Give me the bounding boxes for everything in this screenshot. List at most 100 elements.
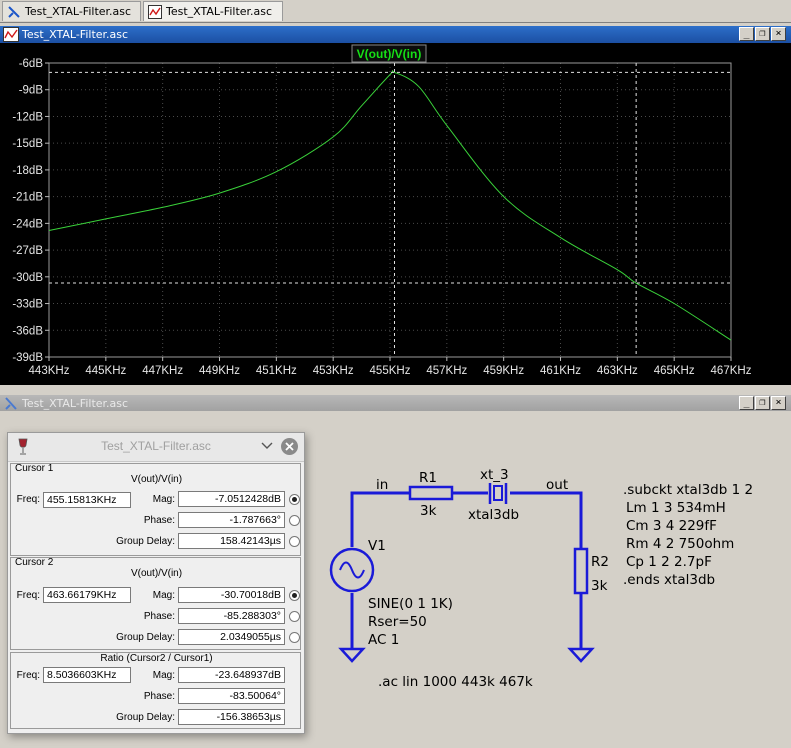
cursor1-mag-radio[interactable] <box>289 494 300 505</box>
ratio-label: Ratio (Cursor2 / Cursor1) <box>100 653 213 664</box>
close-button[interactable]: × <box>771 27 786 41</box>
subckt-line-2[interactable]: Lm 1 3 534mH <box>626 500 726 516</box>
close-icon[interactable] <box>280 437 299 456</box>
net-label-in[interactable]: in <box>376 477 388 493</box>
cursor1-freq-field[interactable]: 455.15813KHz <box>43 492 131 508</box>
cursor1-trace: V(out)/V(in) <box>130 474 183 485</box>
cursor-dialog[interactable]: Test_XTAL-Filter.asc Cursor 1 V(out)/V(i… <box>7 432 305 734</box>
sine-icon <box>339 561 365 579</box>
ground-icon <box>567 647 595 663</box>
group-delay-label: Group Delay: <box>116 712 175 723</box>
restore-button[interactable]: ❐ <box>755 396 770 410</box>
subckt-line-6[interactable]: .ends xtal3db <box>623 572 715 588</box>
x-tick-label: 455KHz <box>370 365 411 377</box>
y-tick-label: -6dB <box>19 58 44 70</box>
cursor-dialog-titlebar[interactable]: Test_XTAL-Filter.asc <box>8 433 304 462</box>
v1-name[interactable]: V1 <box>368 538 386 554</box>
resistor-r2[interactable] <box>573 547 589 595</box>
cursor2-phase-field[interactable]: -85.288303° <box>178 608 285 624</box>
y-tick-label: -27dB <box>12 245 43 257</box>
crystal-value[interactable]: xtal3db <box>468 507 519 523</box>
group-delay-label: Group Delay: <box>116 632 175 643</box>
y-tick-label: -24dB <box>12 218 43 230</box>
cursor1-mag-field[interactable]: -7.0512428dB <box>178 491 285 507</box>
tab-schematic[interactable]: Test_XTAL-Filter.asc <box>2 1 141 21</box>
schematic-icon <box>8 6 20 18</box>
subckt-line-3[interactable]: Cm 3 4 229fF <box>626 518 717 534</box>
cursor2-group-delay-field[interactable]: 2.0349055µs <box>178 629 285 645</box>
cursor2-group-delay-radio[interactable] <box>289 632 300 643</box>
waveform-icon <box>148 5 162 19</box>
ratio-group-delay-field[interactable]: -156.38653µs <box>178 709 285 725</box>
x-tick-label: 461KHz <box>540 365 581 377</box>
cursor2-group: Cursor 2 V(out)/V(in) Freq: 463.66179KHz… <box>10 557 301 650</box>
cursor1-group-delay-radio[interactable] <box>289 536 300 547</box>
close-button[interactable]: × <box>771 396 786 410</box>
cursor1-label: Cursor 1 <box>15 463 54 474</box>
waveform-plot[interactable]: -6dB -9dB -12dB -15dB -18dB -21dB -24dB -27dB -3… <box>0 43 791 385</box>
cursor2-freq-field[interactable]: 463.66179KHz <box>43 587 131 603</box>
cursor2-mag-field[interactable]: -30.70018dB <box>178 587 285 603</box>
subckt-line-5[interactable]: Cp 1 2 2.7pF <box>626 554 712 570</box>
mag-label: Mag: <box>152 590 175 601</box>
x-tick-label: 459KHz <box>483 365 524 377</box>
r1-name[interactable]: R1 <box>419 470 437 486</box>
v1-rser[interactable]: Rser=50 <box>368 614 427 630</box>
freq-label: Freq: <box>16 590 40 601</box>
y-tick-label: -9dB <box>19 85 44 97</box>
crystal-body[interactable] <box>493 485 503 501</box>
cursor1-group: Cursor 1 V(out)/V(in) Freq: 455.15813KHz… <box>10 463 301 556</box>
minimize-button[interactable]: _ <box>739 396 754 410</box>
resistor-r1[interactable] <box>408 485 454 501</box>
subckt-line-4[interactable]: Rm 4 2 750ohm <box>626 536 734 552</box>
r2-name[interactable]: R2 <box>591 554 609 570</box>
document-tab-bar: Test_XTAL-Filter.asc Test_XTAL-Filter.as… <box>0 0 791 23</box>
restore-button[interactable]: ❐ <box>755 27 770 41</box>
y-tick-label: -18dB <box>12 165 43 177</box>
x-tick-label: 467KHz <box>711 365 752 377</box>
y-tick-label: -36dB <box>12 325 43 337</box>
net-label-out[interactable]: out <box>546 477 568 493</box>
trace-label[interactable]: V(out)/V(in) <box>357 47 422 61</box>
waveform-chart[interactable]: -6dB -9dB -12dB -15dB -18dB -21dB -24dB -27dB -3… <box>0 43 791 385</box>
cursor2-mag-radio[interactable] <box>289 590 300 601</box>
schematic-window-title: Test_XTAL-Filter.asc <box>22 397 129 410</box>
chevron-down-icon[interactable] <box>261 441 273 451</box>
freq-label: Freq: <box>16 670 40 681</box>
r1-value[interactable]: 3k <box>420 503 437 519</box>
x-tick-label: 445KHz <box>85 365 126 377</box>
ratio-phase-field[interactable]: -83.50064° <box>178 688 285 704</box>
phase-label: Phase: <box>143 611 175 622</box>
cursor2-phase-radio[interactable] <box>289 611 300 622</box>
tab-waveform[interactable]: Test_XTAL-Filter.asc <box>143 1 283 21</box>
ratio-mag-field[interactable]: -23.648937dB <box>178 667 285 683</box>
x-tick-label: 451KHz <box>256 365 297 377</box>
wire-out[interactable] <box>510 491 583 549</box>
waveform-icon <box>3 27 19 42</box>
cursor1-phase-field[interactable]: -1.787663° <box>178 512 285 528</box>
ratio-group: Ratio (Cursor2 / Cursor1) Freq: 8.503660… <box>10 652 301 729</box>
x-tick-label: 463KHz <box>597 365 638 377</box>
ac-directive[interactable]: .ac lin 1000 443k 467k <box>378 674 533 690</box>
cursor-dialog-title: Test_XTAL-Filter.asc <box>101 439 211 453</box>
y-tick-label: -12dB <box>12 111 43 123</box>
cursor1-phase-radio[interactable] <box>289 515 300 526</box>
freq-label: Freq: <box>16 494 40 505</box>
phase-label: Phase: <box>143 691 175 702</box>
y-tick-label: -30dB <box>12 272 43 284</box>
plot-window-titlebar[interactable]: Test_XTAL-Filter.asc _ ❐ × <box>0 26 791 43</box>
x-tick-label: 453KHz <box>313 365 354 377</box>
subckt-line-1[interactable]: .subckt xtal3db 1 2 <box>623 482 753 498</box>
minimize-button[interactable]: _ <box>739 27 754 41</box>
r2-value[interactable]: 3k <box>591 578 608 594</box>
cursor2-label: Cursor 2 <box>15 557 54 568</box>
x-tick-label: 443KHz <box>29 365 70 377</box>
schematic-window-titlebar[interactable]: Test_XTAL-Filter.asc _ ❐ × <box>0 395 791 412</box>
crystal-name[interactable]: xt_3 <box>480 467 509 483</box>
v1-ac[interactable]: AC 1 <box>368 632 399 648</box>
y-tick-label: -39dB <box>12 352 43 364</box>
v1-function[interactable]: SINE(0 1 1K) <box>368 596 453 612</box>
cursor1-group-delay-field[interactable]: 158.42143µs <box>178 533 285 549</box>
cursor2-trace: V(out)/V(in) <box>130 568 183 579</box>
ratio-freq-field[interactable]: 8.5036603KHz <box>43 667 131 683</box>
